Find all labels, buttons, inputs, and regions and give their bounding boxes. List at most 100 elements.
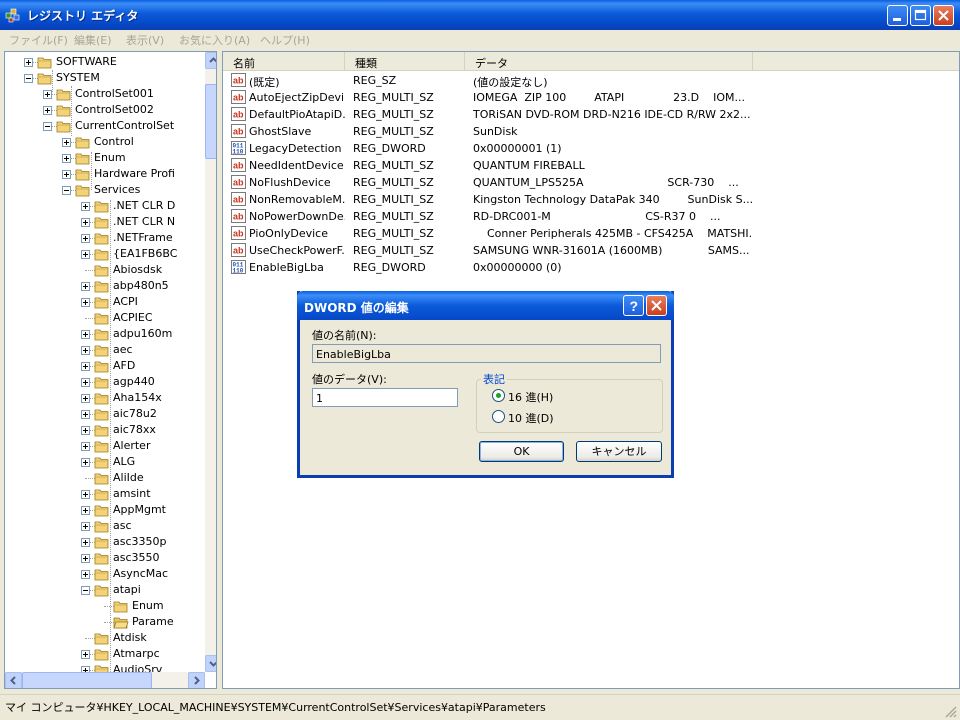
tree-node[interactable]: Atdisk bbox=[5, 630, 205, 646]
minimize-button[interactable] bbox=[887, 5, 908, 26]
expand-icon[interactable] bbox=[81, 202, 90, 211]
expand-icon[interactable] bbox=[81, 330, 90, 339]
expand-icon[interactable] bbox=[81, 490, 90, 499]
tree-node[interactable]: .NET CLR N bbox=[5, 214, 205, 230]
expand-icon[interactable] bbox=[81, 554, 90, 563]
tree-node[interactable]: CurrentControlSet bbox=[5, 118, 205, 134]
expand-icon[interactable] bbox=[81, 410, 90, 419]
dialog-help-button[interactable]: ? bbox=[623, 295, 644, 316]
tree-node[interactable]: aic78u2 bbox=[5, 406, 205, 422]
tree-node[interactable]: Parame bbox=[5, 614, 205, 630]
close-button[interactable] bbox=[933, 5, 954, 26]
tree-node[interactable]: AppMgmt bbox=[5, 502, 205, 518]
expand-icon[interactable] bbox=[62, 170, 71, 179]
column-header-type[interactable]: 種類 bbox=[345, 52, 465, 70]
value-row[interactable]: ab NoFlushDevice REG_MULTI_SZ QUANTUM_LPS52… bbox=[223, 174, 959, 191]
radio-hex[interactable] bbox=[492, 389, 505, 402]
value-row[interactable]: ab UseCheckPowerF... REG_MULTI_SZ SAMSUNG W… bbox=[223, 242, 959, 259]
collapse-icon[interactable] bbox=[24, 74, 33, 83]
dialog-title-bar[interactable]: DWORD 値の編集 ? bbox=[297, 291, 674, 320]
tree-node[interactable]: ACPIEC bbox=[5, 310, 205, 326]
expand-icon[interactable] bbox=[81, 346, 90, 355]
menu-help[interactable]: ヘルプ(H) bbox=[260, 32, 310, 48]
radio-dec[interactable] bbox=[492, 410, 505, 423]
title-bar[interactable]: レジストリ エディタ bbox=[0, 0, 960, 30]
value-row[interactable]: 011 110 EnableBigLba REG_DWORD 0x00000000 (0… bbox=[223, 259, 959, 276]
expand-icon[interactable] bbox=[81, 394, 90, 403]
tree-node[interactable]: AsyncMac bbox=[5, 566, 205, 582]
tree-node[interactable]: SYSTEM bbox=[5, 70, 205, 86]
expand-icon[interactable] bbox=[81, 506, 90, 515]
expand-icon[interactable] bbox=[81, 442, 90, 451]
value-row[interactable]: ab GhostSlave REG_MULTI_SZ SunDisk bbox=[223, 123, 959, 140]
tree-vertical-scrollbar[interactable] bbox=[205, 52, 216, 672]
expand-icon[interactable] bbox=[81, 570, 90, 579]
value-row[interactable]: 011 110 LegacyDetection REG_DWORD 0x00000001… bbox=[223, 140, 959, 157]
tree-node[interactable]: AFD bbox=[5, 358, 205, 374]
tree-node[interactable]: ALG bbox=[5, 454, 205, 470]
tree-node[interactable]: AliIde bbox=[5, 470, 205, 486]
expand-icon[interactable] bbox=[81, 458, 90, 467]
expand-icon[interactable] bbox=[62, 154, 71, 163]
expand-icon[interactable] bbox=[62, 138, 71, 147]
tree-node[interactable]: Enum bbox=[5, 598, 205, 614]
tree-node[interactable]: .NETFrame bbox=[5, 230, 205, 246]
value-data-input[interactable]: 1 bbox=[312, 388, 458, 407]
tree-horizontal-scrollbar[interactable] bbox=[5, 672, 205, 688]
expand-icon[interactable] bbox=[43, 106, 52, 115]
tree-node[interactable]: Hardware Profi bbox=[5, 166, 205, 182]
tree-node[interactable]: aic78xx bbox=[5, 422, 205, 438]
tree-node[interactable]: .NET CLR D bbox=[5, 198, 205, 214]
horizontal-scroll-thumb[interactable] bbox=[22, 672, 152, 688]
menu-file[interactable]: ファイル(F) bbox=[9, 32, 68, 48]
scroll-down-button[interactable] bbox=[205, 655, 216, 672]
column-header-data[interactable]: データ bbox=[465, 52, 753, 70]
collapse-icon[interactable] bbox=[62, 186, 71, 195]
tree-node[interactable]: asc3550 bbox=[5, 550, 205, 566]
value-row[interactable]: ab NoPowerDownDe... REG_MULTI_SZ RD-DRC001-… bbox=[223, 208, 959, 225]
expand-icon[interactable] bbox=[81, 298, 90, 307]
cancel-button[interactable]: キャンセル bbox=[576, 441, 662, 462]
tree-node[interactable]: Atmarpc bbox=[5, 646, 205, 662]
tree-node[interactable]: adpu160m bbox=[5, 326, 205, 342]
collapse-icon[interactable] bbox=[81, 586, 90, 595]
tree-node[interactable]: ACPI bbox=[5, 294, 205, 310]
tree-node[interactable]: asc bbox=[5, 518, 205, 534]
expand-icon[interactable] bbox=[81, 218, 90, 227]
expand-icon[interactable] bbox=[81, 378, 90, 387]
tree-node[interactable]: ControlSet001 bbox=[5, 86, 205, 102]
scroll-up-button[interactable] bbox=[205, 52, 216, 69]
value-row[interactable]: ab PioOnlyDevice REG_MULTI_SZ Conner Perip… bbox=[223, 225, 959, 242]
expand-icon[interactable] bbox=[24, 58, 33, 67]
value-row[interactable]: ab DefaultPioAtapiD... REG_MULTI_SZ TORiSAN… bbox=[223, 106, 959, 123]
tree-node[interactable]: Abiosdsk bbox=[5, 262, 205, 278]
collapse-icon[interactable] bbox=[43, 122, 52, 131]
tree-node[interactable]: Control bbox=[5, 134, 205, 150]
tree-node[interactable]: asc3350p bbox=[5, 534, 205, 550]
menu-view[interactable]: 表示(V) bbox=[126, 32, 164, 48]
menu-favorites[interactable]: お気に入り(A) bbox=[179, 32, 250, 48]
tree-node[interactable]: Enum bbox=[5, 150, 205, 166]
scroll-right-button[interactable] bbox=[188, 672, 205, 688]
tree-node[interactable]: SOFTWARE bbox=[5, 54, 205, 70]
resize-grip-icon[interactable] bbox=[944, 705, 957, 718]
radio-dec-label[interactable]: 10 進(D) bbox=[508, 410, 554, 426]
expand-icon[interactable] bbox=[43, 90, 52, 99]
expand-icon[interactable] bbox=[81, 538, 90, 547]
ok-button[interactable]: OK bbox=[479, 441, 564, 462]
scroll-thumb[interactable] bbox=[205, 84, 216, 159]
tree-node[interactable]: aec bbox=[5, 342, 205, 358]
tree-node[interactable]: Alerter bbox=[5, 438, 205, 454]
maximize-button[interactable] bbox=[910, 5, 931, 26]
tree-node[interactable]: atapi bbox=[5, 582, 205, 598]
expand-icon[interactable] bbox=[81, 426, 90, 435]
tree-node[interactable]: Services bbox=[5, 182, 205, 198]
expand-icon[interactable] bbox=[81, 282, 90, 291]
value-row[interactable]: ab NeedIdentDevice REG_MULTI_SZ QUANTUM FIR… bbox=[223, 157, 959, 174]
menu-edit[interactable]: 編集(E) bbox=[74, 32, 112, 48]
scroll-left-button[interactable] bbox=[5, 672, 22, 688]
tree-node[interactable]: agp440 bbox=[5, 374, 205, 390]
value-row[interactable]: ab (既定) REG_SZ (値の設定なし) bbox=[223, 72, 959, 89]
tree-node[interactable]: abp480n5 bbox=[5, 278, 205, 294]
expand-icon[interactable] bbox=[81, 234, 90, 243]
